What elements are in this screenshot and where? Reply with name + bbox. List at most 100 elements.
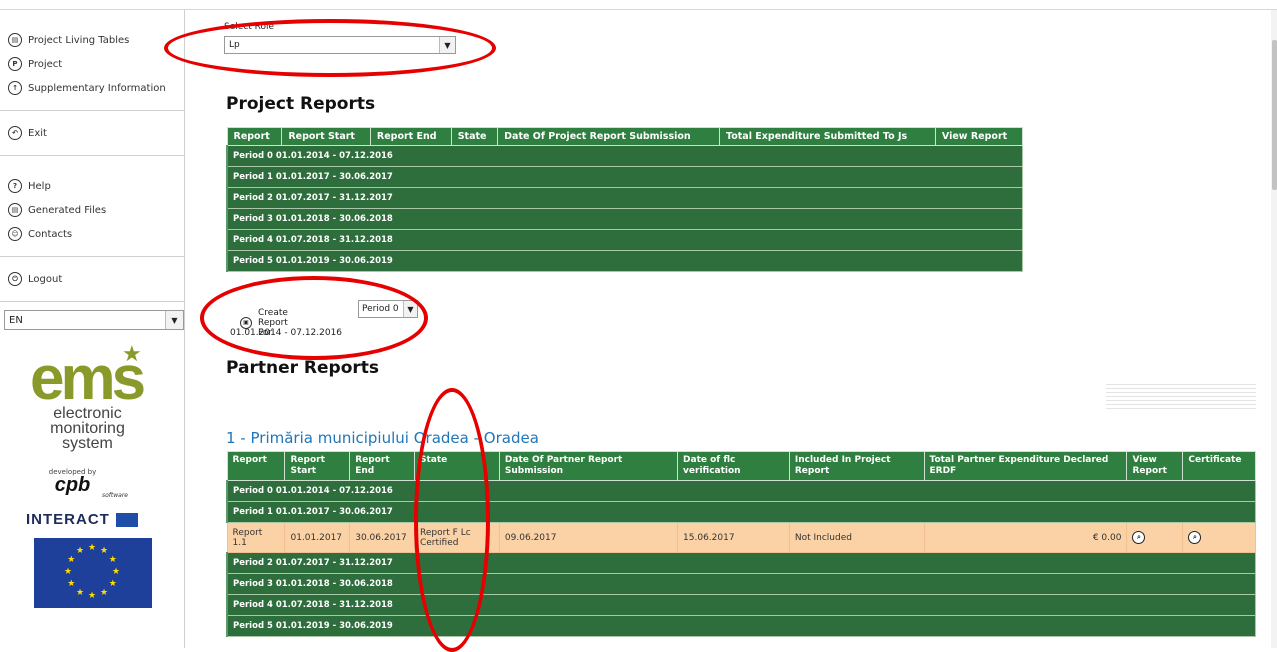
- table-header-row: Report Report Start Report End State Date Of…: [226, 451, 1256, 481]
- sidebar-item-label: Exit: [28, 127, 47, 139]
- nav-group: ⏻ Logout: [0, 257, 184, 302]
- star-icon: ★: [76, 587, 85, 598]
- period-label: Period 4 01.07.2018 - 31.12.2018: [226, 229, 1023, 251]
- cell-total: € 0.00: [923, 522, 1128, 553]
- language-select[interactable]: EN ▼: [4, 310, 184, 330]
- column-header[interactable]: Date Of Project Report Submission: [497, 127, 721, 146]
- certificate-icon-cell: ⌕: [1182, 522, 1256, 553]
- star-icon: ★: [112, 567, 121, 577]
- period-row[interactable]: Period 4 01.07.2018 - 31.12.2018: [226, 594, 1256, 616]
- sidebar: ▤ Project Living Tables P Project ↑ Supplemen…: [0, 10, 185, 648]
- star-icon: ★: [88, 591, 97, 601]
- partner-reports-table: Report Report Start Report End State Date Of…: [226, 451, 1256, 637]
- star-icon: ★: [67, 579, 76, 589]
- sidebar-item-project[interactable]: P Project: [0, 52, 184, 76]
- language-value: EN: [9, 314, 23, 326]
- column-header[interactable]: View Report: [1126, 451, 1184, 481]
- sidebar-item-help[interactable]: ? Help: [0, 174, 184, 198]
- column-header[interactable]: Date of flc verification: [677, 451, 790, 481]
- period-row[interactable]: Period 5 01.01.2019 - 30.06.2019: [226, 250, 1023, 272]
- chevron-down-icon[interactable]: ▼: [165, 311, 183, 329]
- annotation-oval: [164, 19, 496, 77]
- period-row[interactable]: Period 2 01.07.2017 - 31.12.2017: [226, 552, 1256, 574]
- star-icon: ★: [64, 567, 73, 577]
- sidebar-item-supplementary-information[interactable]: ↑ Supplementary Information: [0, 76, 184, 100]
- star-icon: ★: [88, 543, 97, 553]
- sidebar-item-logout[interactable]: ⏻ Logout: [0, 267, 184, 291]
- column-header[interactable]: Total Partner Expenditure Declared ERDF: [923, 451, 1128, 481]
- star-icon: ★: [67, 555, 76, 565]
- partner-name-link[interactable]: 1 - Primăria municipiului Oradea - Orade…: [226, 429, 539, 447]
- star-icon: ★: [100, 587, 109, 598]
- annotation-oval: [200, 276, 428, 360]
- star-icon: ★: [100, 546, 109, 557]
- period-row[interactable]: Period 3 01.01.2018 - 30.06.2018: [226, 208, 1023, 230]
- period-row[interactable]: Period 1 01.01.2017 - 30.06.2017: [226, 501, 1256, 523]
- sidebar-item-label: Project Living Tables: [28, 34, 130, 46]
- period-label: Period 2 01.07.2017 - 31.12.2017: [226, 552, 1256, 574]
- column-header[interactable]: State: [450, 127, 499, 146]
- nav-group: ↶ Exit: [0, 111, 184, 156]
- column-header[interactable]: Total Expenditure Submitted To Js: [719, 127, 936, 146]
- nav-group: ▤ Project Living Tables P Project ↑ Supplemen…: [0, 10, 184, 111]
- sidebar-item-label: Project: [28, 58, 63, 70]
- column-header[interactable]: Report: [226, 451, 286, 481]
- eu-flag-icon: [115, 512, 138, 527]
- period-label: Period 0 01.01.2014 - 07.12.2016: [226, 145, 1023, 167]
- sidebar-nav: ▤ Project Living Tables P Project ↑ Supplemen…: [0, 10, 184, 302]
- sidebar-item-project-living-tables[interactable]: ▤ Project Living Tables: [0, 28, 184, 52]
- table-icon: ▤: [8, 33, 22, 47]
- period-row[interactable]: Period 0 01.01.2014 - 07.12.2016: [226, 145, 1023, 167]
- help-icon: ?: [8, 179, 22, 193]
- cell-included: Not Included: [788, 522, 925, 553]
- scrollbar-thumb[interactable]: [1272, 40, 1277, 190]
- annotation-oval: [414, 388, 490, 652]
- partner-reports-title: Partner Reports: [226, 358, 380, 378]
- sidebar-item-label: Contacts: [28, 228, 73, 240]
- column-header[interactable]: Report: [226, 127, 283, 146]
- project-reports-table: Report Report Start Report End State Date Of…: [226, 127, 1024, 272]
- ems-logo-line: monitoring: [50, 420, 125, 437]
- ems-logo: ems ★ electronic monitoring system: [30, 342, 160, 458]
- column-header[interactable]: View Report: [934, 127, 1024, 146]
- table-header-row: Report Report Start Report End State Date Of…: [226, 127, 1024, 146]
- sidebar-item-label: Generated Files: [28, 204, 107, 216]
- period-row[interactable]: Period 1 01.01.2017 - 30.06.2017: [226, 166, 1023, 188]
- period-row[interactable]: Period 3 01.01.2018 - 30.06.2018: [226, 573, 1256, 595]
- power-icon: ⏻: [8, 272, 22, 286]
- column-header[interactable]: Report Start: [284, 451, 351, 481]
- period-row[interactable]: Period 0 01.01.2014 - 07.12.2016: [226, 480, 1256, 502]
- period-label: Period 3 01.01.2018 - 30.06.2018: [226, 573, 1256, 595]
- project-reports-title: Project Reports: [226, 94, 376, 114]
- period-row[interactable]: Period 4 01.07.2018 - 31.12.2018: [226, 229, 1023, 251]
- period-row[interactable]: Period 2 01.07.2017 - 31.12.2017: [226, 187, 1023, 209]
- column-header[interactable]: Report Start: [281, 127, 371, 146]
- cell-submission: 09.06.2017: [498, 522, 679, 553]
- cell-start: 01.01.2017: [284, 522, 351, 553]
- sidebar-item-contacts[interactable]: ☺ Contacts: [0, 222, 184, 246]
- sidebar-item-exit[interactable]: ↶ Exit: [0, 121, 184, 145]
- project-icon: P: [8, 57, 22, 71]
- column-header[interactable]: Report End: [349, 451, 415, 481]
- view-report-icon[interactable]: ⌕: [1132, 531, 1146, 544]
- period-label: Period 3 01.01.2018 - 30.06.2018: [226, 208, 1023, 230]
- table-row[interactable]: Report 1.1 01.01.2017 30.06.2017 Report F L…: [226, 522, 1256, 553]
- column-header[interactable]: Included In Project Report: [788, 451, 925, 481]
- eu-flag-logo: ★ ★ ★ ★ ★ ★ ★ ★ ★ ★ ★ ★: [34, 538, 152, 608]
- column-header[interactable]: Report End: [369, 127, 452, 146]
- column-header[interactable]: Certificate: [1182, 451, 1256, 481]
- cell-end: 30.06.2017: [349, 522, 415, 553]
- cell-flc: 15.06.2017: [677, 522, 790, 553]
- sidebar-item-generated-files[interactable]: ▤ Generated Files: [0, 198, 184, 222]
- exit-icon: ↶: [8, 126, 22, 140]
- period-row[interactable]: Period 5 01.01.2019 - 30.06.2019: [226, 615, 1256, 637]
- column-header[interactable]: Date Of Partner Report Submission: [498, 451, 679, 481]
- contacts-icon: ☺: [8, 227, 22, 241]
- certificate-icon[interactable]: ⌕: [1188, 531, 1202, 544]
- cell-report: Report 1.1: [226, 522, 286, 553]
- interact-logo-text: INTERACT: [26, 511, 110, 528]
- nav-group: ? Help ▤ Generated Files ☺ Contacts: [0, 156, 184, 257]
- star-icon: ★: [108, 579, 117, 589]
- vertical-scrollbar[interactable]: [1271, 10, 1277, 648]
- period-label: Period 2 01.07.2017 - 31.12.2017: [226, 187, 1023, 209]
